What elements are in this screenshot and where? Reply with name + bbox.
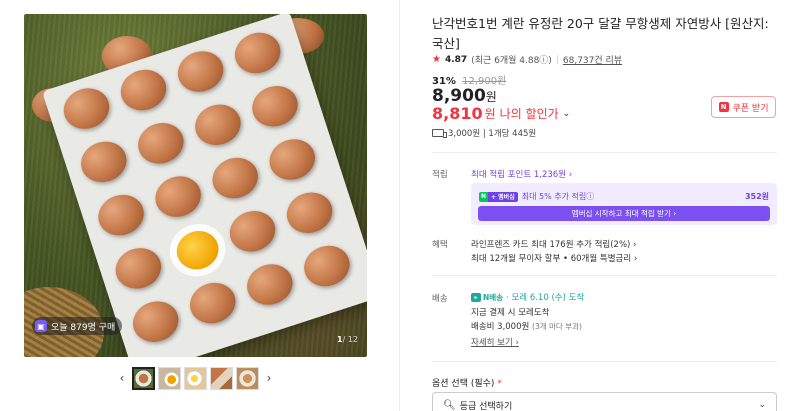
thumbnail-strip: ‹ › <box>115 366 276 390</box>
egg <box>207 151 264 205</box>
n-delivery-label: N배송 <box>483 292 504 302</box>
egg <box>115 63 172 117</box>
thumbnail-next-arrow-icon[interactable]: › <box>262 366 276 390</box>
delivery-fee-summary: 3,000원 | 1개당 445원 <box>432 127 536 139</box>
shipping-detail-link[interactable]: 자세히 보기 › <box>471 336 519 348</box>
membership-extra-text[interactable]: 최대 5% 추가 적립ⓘ <box>522 191 594 202</box>
points-section-label: 적립 <box>432 170 448 180</box>
egg <box>93 189 150 242</box>
thumbnail-5[interactable] <box>236 366 259 390</box>
coupon-button[interactable]: N 쿠폰 받기 <box>711 96 776 118</box>
sale-price-unit: 원 <box>485 90 497 104</box>
installment-benefit-link[interactable]: 최대 12개월 무이자 할부 • 60개월 특별금리 › <box>471 252 637 264</box>
option-select-placeholder: 등급 선택하기 <box>459 401 513 411</box>
my-price-unit: 원 <box>484 107 496 121</box>
section-divider <box>432 275 777 276</box>
delivery-fee-text: 3,000원 | 1개당 445원 <box>448 129 537 139</box>
shipping-fee: 배송비 3,000원 <box>471 322 530 332</box>
egg <box>110 242 167 295</box>
today-purchase-badge: ▣ 오늘 879명 구매 <box>32 317 123 335</box>
egg <box>224 205 281 258</box>
cracked-egg-yolk <box>171 225 224 275</box>
today-purchase-text: 오늘 879명 구매 <box>51 322 116 333</box>
pay-now-arrival: 지금 결제 시 모레도착 <box>471 308 550 318</box>
egg <box>298 239 355 293</box>
arrival-date: · 모레 6.10 (수) 도착 <box>506 293 585 303</box>
egg <box>75 135 132 188</box>
star-icon: ★ <box>432 54 441 65</box>
shipping-section-label: 배송 <box>432 294 448 304</box>
discount-row: 31% 12,900원 <box>432 72 506 87</box>
n-delivery-badge: ▸ N배송 <box>471 292 503 303</box>
plus-membership-mark: + 멤버십 <box>488 191 518 202</box>
egg <box>150 170 207 223</box>
rating-recent[interactable]: (최근 6개월 4.88ⓘ) <box>471 53 552 66</box>
naver-n-icon: N <box>718 102 729 112</box>
my-discount-price[interactable]: 8,810 원 나의 할인가 ⌄ <box>432 104 570 123</box>
egg <box>246 80 304 133</box>
max-points-link[interactable]: 최대 적립 포인트 1,236원 › <box>471 168 572 180</box>
product-title: 난각번호1번 계란 유정란 20구 달걀 무항생제 자연방사 [원산지: 국산] <box>432 16 769 51</box>
section-divider <box>432 152 777 153</box>
vertical-divider <box>399 0 400 411</box>
image-counter-current: 1 <box>337 335 343 344</box>
image-counter-total: / 12 <box>342 335 358 344</box>
egg <box>189 98 246 151</box>
egg <box>184 276 241 330</box>
thumbnail-3[interactable] <box>184 366 207 390</box>
egg <box>172 45 229 98</box>
membership-box: N + 멤버십 최대 5% 추가 적립ⓘ 352원 멤버십 시작하고 최대 적립… <box>471 183 777 225</box>
review-count-link[interactable]: 68,737건 리뷰 <box>563 53 622 66</box>
membership-info: N + 멤버십 최대 5% 추가 적립ⓘ <box>479 191 594 202</box>
main-product-image[interactable] <box>24 14 367 357</box>
egg <box>132 117 189 170</box>
my-price-label: 나의 할인가 <box>499 107 559 121</box>
shopping-bag-icon: ▣ <box>35 320 47 332</box>
naver-plus-membership-badge: N + 멤버십 <box>479 191 518 202</box>
image-counter: 1/ 12 <box>337 335 358 344</box>
thumbnail-4[interactable] <box>210 366 233 390</box>
egg <box>264 133 321 186</box>
section-divider <box>432 361 777 362</box>
egg <box>58 82 115 135</box>
egg <box>127 295 184 348</box>
rating-separator: | <box>555 54 559 65</box>
coupon-button-label: 쿠폰 받기 <box>732 103 769 114</box>
thumbnail-2[interactable] <box>158 366 181 390</box>
thumbnail-1[interactable] <box>132 366 155 390</box>
thumbnail-prev-arrow-icon[interactable]: ‹ <box>115 366 129 390</box>
my-price-value: 8,810 <box>432 104 483 123</box>
sale-price: 8,900원 <box>432 86 497 106</box>
rating-score: 4.87 <box>444 54 468 65</box>
egg <box>241 258 298 311</box>
naver-n-mark: N <box>479 191 489 202</box>
card-benefit-link[interactable]: 라인프렌즈 카드 최대 176원 추가 적립(2%) › <box>471 238 636 250</box>
membership-amount: 352원 <box>744 192 769 201</box>
option-label-text: 옵션 선택 (필수) <box>432 379 495 389</box>
benefits-section-label: 혜택 <box>432 240 448 250</box>
grade-option-select[interactable]: 🔍︎ 등급 선택하기 ⌄ <box>432 392 777 411</box>
egg <box>229 26 286 80</box>
start-membership-button[interactable]: 멤버십 시작하고 최대 적립 받기 › <box>478 206 770 221</box>
fast-delivery-row: ▸ N배송 · 모레 6.10 (수) 도착 <box>471 291 584 303</box>
egg <box>281 186 338 239</box>
truck-icon <box>432 129 447 138</box>
search-icon: 🔍︎ <box>443 399 456 411</box>
rating-row: ★ 4.87 (최근 6개월 4.88ⓘ) | 68,737건 리뷰 <box>432 53 622 66</box>
option-label: 옵션 선택 (필수) * <box>432 376 502 389</box>
shipping-fee-note: (3개 마다 부과) <box>532 322 582 331</box>
fast-truck-icon: ▸ <box>471 292 481 302</box>
sale-price-value: 8,900 <box>432 86 486 106</box>
chevron-down-icon: ⌄ <box>758 400 766 410</box>
required-mark: * <box>497 379 502 389</box>
chevron-down-icon: ⌄ <box>562 108 571 119</box>
shipping-fee-row: 배송비 3,000원 (3개 마다 부과) <box>471 320 582 332</box>
